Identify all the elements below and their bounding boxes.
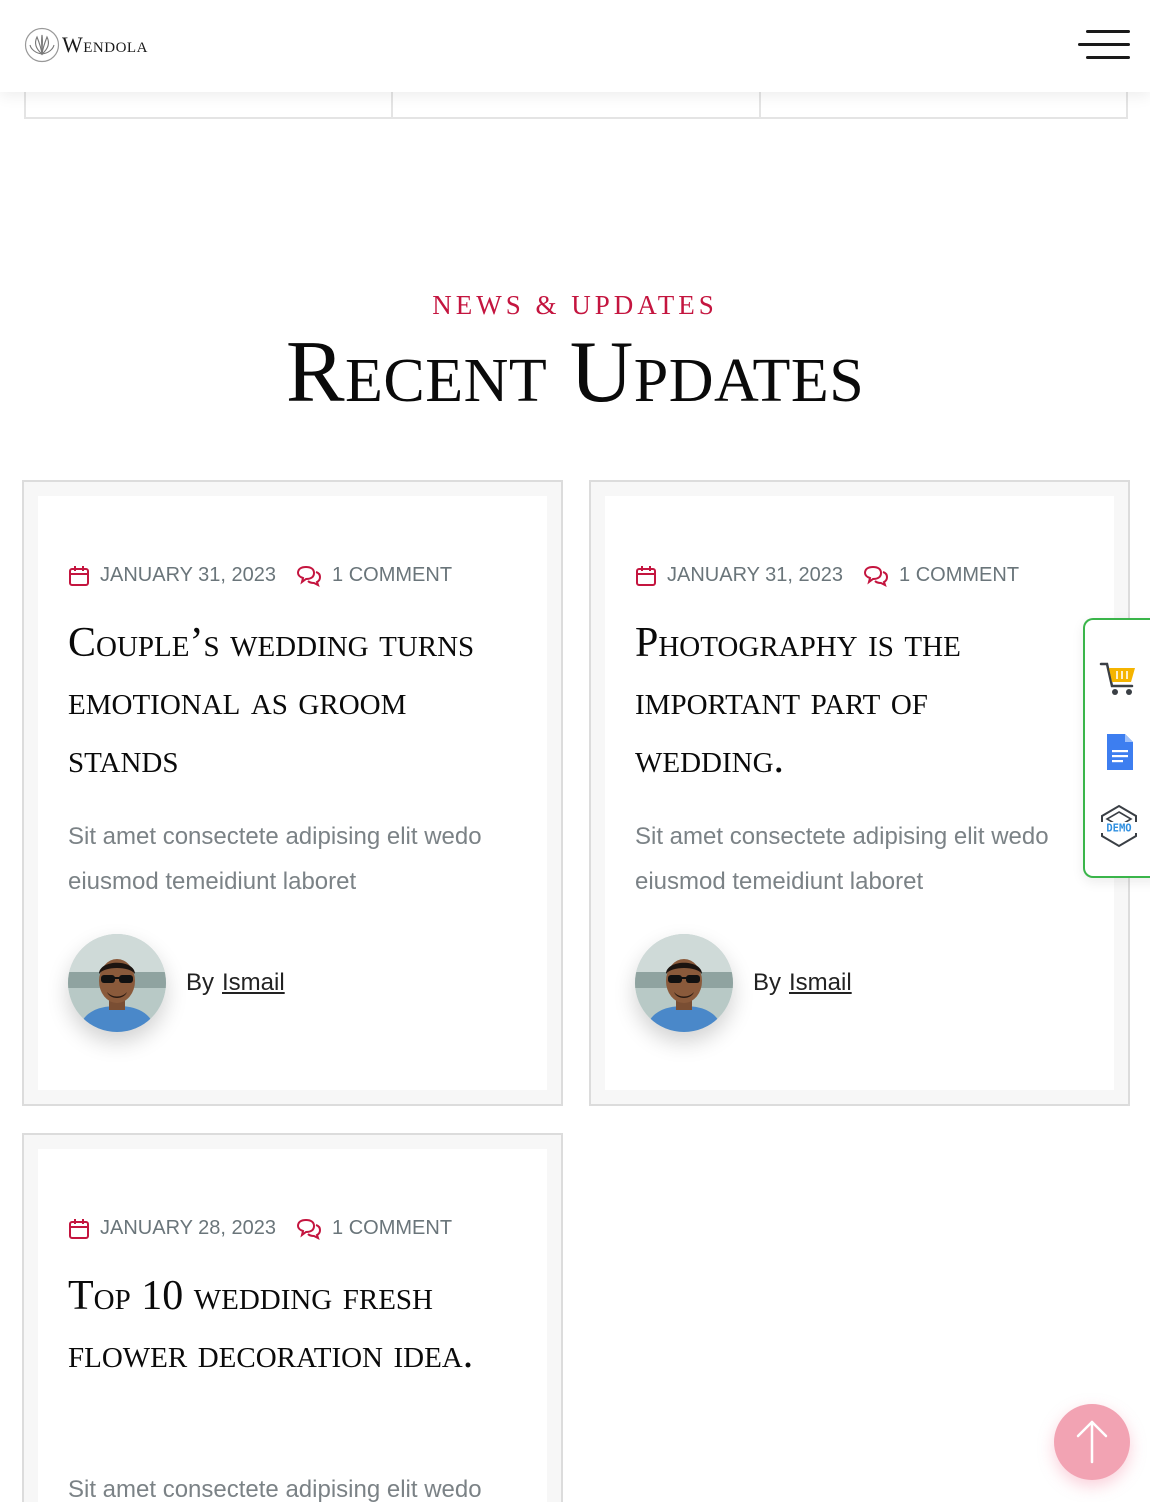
site-header: Wendola: [0, 0, 1150, 92]
site-logo[interactable]: Wendola: [24, 27, 148, 63]
blog-card: JANUARY 31, 2023 1 COMMENT Couple’s wedd…: [22, 480, 563, 1106]
side-tools-panel: DEMO: [1083, 618, 1150, 878]
post-date[interactable]: JANUARY 31, 2023: [667, 564, 843, 587]
calendar-icon: [636, 565, 656, 586]
post-meta: JANUARY 31, 2023 1 COMMENT: [635, 564, 1019, 587]
post-title[interactable]: Couple’s wedding turns emotional as groo…: [68, 614, 508, 788]
post-title[interactable]: Top 10 wedding fresh flower decoration i…: [68, 1267, 508, 1383]
hamburger-menu-icon[interactable]: [1078, 30, 1130, 62]
post-excerpt: Sit amet consectete adipising elit wedo: [68, 1476, 482, 1502]
logo-text: Wendola: [62, 32, 148, 57]
author-link[interactable]: Ismail: [789, 969, 852, 997]
comments-icon: [864, 565, 889, 587]
blog-card: JANUARY 31, 2023 1 COMMENT Photography i…: [589, 480, 1130, 1106]
comments-icon: [297, 1218, 322, 1240]
post-author: By Ismail: [68, 934, 285, 1032]
post-comments[interactable]: 1 COMMENT: [332, 564, 452, 587]
comments-icon: [297, 565, 322, 587]
blog-card-body: JANUARY 28, 2023 1 COMMENT Top 10 weddin…: [38, 1149, 547, 1502]
post-author: By Ismail: [635, 934, 852, 1032]
section-title: Recent Updates: [285, 324, 865, 421]
author-avatar: [635, 934, 733, 1032]
by-label: By: [753, 969, 782, 996]
post-comments[interactable]: 1 COMMENT: [332, 1217, 452, 1240]
post-meta: JANUARY 31, 2023 1 COMMENT: [68, 564, 452, 587]
post-comments[interactable]: 1 COMMENT: [899, 564, 1019, 587]
cart-icon[interactable]: [1099, 656, 1139, 700]
blog-card-body: JANUARY 31, 2023 1 COMMENT Couple’s wedd…: [38, 496, 547, 1090]
author-avatar: [68, 934, 166, 1032]
document-icon[interactable]: [1099, 730, 1139, 774]
post-date[interactable]: JANUARY 31, 2023: [100, 564, 276, 587]
back-to-top-button[interactable]: [1054, 1404, 1130, 1480]
arrow-up-icon: [1076, 1420, 1108, 1464]
post-date[interactable]: JANUARY 28, 2023: [100, 1217, 276, 1240]
author-link[interactable]: Ismail: [222, 969, 285, 997]
demo-label: DEMO: [1106, 823, 1131, 835]
calendar-icon: [69, 1218, 89, 1239]
post-title[interactable]: Photography is the important part of wed…: [635, 614, 1075, 788]
post-excerpt: Sit amet consectete adipising elit wedo …: [68, 823, 482, 895]
by-label: By: [186, 969, 215, 996]
calendar-icon: [69, 565, 89, 586]
post-excerpt: Sit amet consectete adipising elit wedo …: [635, 823, 1049, 895]
logo-icon: [24, 27, 60, 63]
section-eyebrow: NEWS & UPDATES: [432, 290, 718, 320]
post-meta: JANUARY 28, 2023 1 COMMENT: [68, 1217, 452, 1240]
blog-card-body: JANUARY 31, 2023 1 COMMENT Photography i…: [605, 496, 1114, 1090]
blog-card: JANUARY 28, 2023 1 COMMENT Top 10 weddin…: [22, 1133, 563, 1502]
demo-icon[interactable]: DEMO: [1099, 804, 1139, 848]
